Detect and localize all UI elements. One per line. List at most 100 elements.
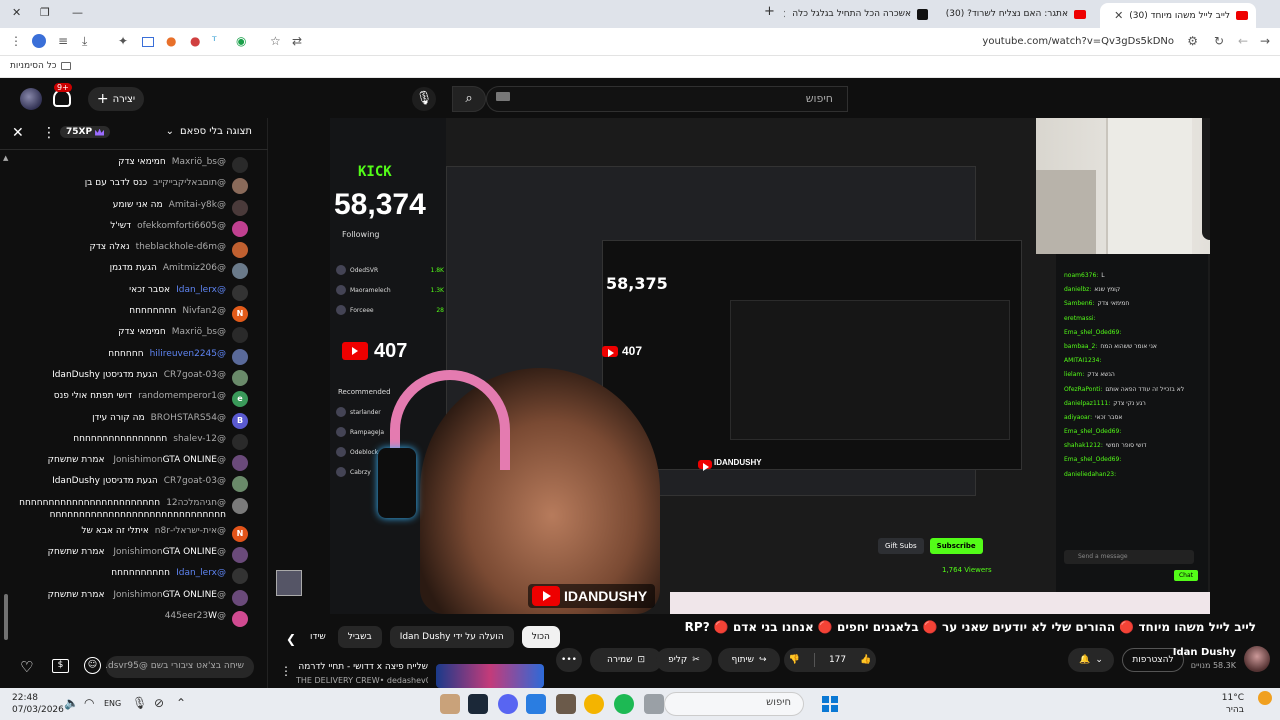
channel-name[interactable]: Idan Dushy [1173, 647, 1236, 658]
avatar[interactable] [232, 242, 248, 259]
subscribed-bell-button[interactable]: ⌄ 🔔 [1068, 648, 1114, 672]
search-input[interactable]: חיפוש [486, 86, 848, 112]
steam-icon[interactable] [468, 694, 488, 714]
chat-author[interactable]: @445eer23 [165, 611, 226, 621]
create-button[interactable]: יצירה + [88, 87, 144, 111]
reading-list-icon[interactable]: ≡ [58, 34, 68, 48]
emoji-icon[interactable]: ☺ [84, 657, 101, 674]
reload-icon[interactable]: ↻ [1214, 34, 1224, 48]
channel-avatar[interactable] [1244, 646, 1270, 672]
chat-author[interactable]: @Nivfan2 [182, 306, 226, 316]
chip-uploaded-by[interactable]: הועלה על ידי Idan Dushy [389, 626, 514, 648]
chat-author[interactable]: @Maxriö_bs [172, 327, 226, 337]
back-icon[interactable]: → [1260, 34, 1270, 48]
taskbar-search[interactable]: חיפוש [664, 692, 804, 716]
language-indicator[interactable]: ENG [104, 699, 121, 708]
tab-2[interactable]: אתגר: האם נצליח לשרוד? (30) ✕ [944, 4, 1094, 24]
bookmark-star-icon[interactable]: ☆ [270, 34, 281, 48]
video-player[interactable]: KICK 58,374 Following OdedSVR 1.8K Maoram… [268, 118, 1280, 614]
tune-icon[interactable]: ⚙ [1187, 34, 1198, 48]
download-icon[interactable]: ⤓ [82, 34, 87, 49]
file-explorer-icon[interactable] [644, 694, 664, 714]
avatar[interactable] [232, 263, 248, 280]
clip-button[interactable]: ✂ קליפ [656, 648, 712, 672]
up-next-item[interactable]: ⋮ שלייח פיצה x דדושי - תחיי לדרמה 2 THE … [276, 660, 546, 688]
more-icon[interactable]: ⋮ [280, 664, 292, 678]
tab-3[interactable]: אשכרה הכל התחיל בגלגל כלה ✕ [784, 4, 936, 24]
avatar[interactable] [232, 199, 248, 216]
weather-widget[interactable]: 11°C בהיר [1222, 692, 1244, 716]
avatar[interactable] [232, 497, 248, 514]
up-next-thumbnail[interactable] [436, 664, 544, 688]
apps-icon[interactable] [526, 694, 546, 714]
chip-all[interactable]: הכול [521, 626, 560, 648]
avatar[interactable] [232, 284, 248, 301]
extension-icon[interactable]: ◉ [236, 34, 246, 48]
avatar[interactable] [232, 589, 248, 606]
avatar[interactable] [232, 455, 248, 472]
avatar[interactable]: B [232, 412, 248, 429]
minimize-window-icon[interactable]: — [72, 6, 83, 19]
avatar[interactable] [232, 348, 248, 365]
account-avatar[interactable] [20, 88, 42, 110]
chat-author[interactable]: @Maxriö_bs [172, 157, 226, 167]
chat-author[interactable]: @תוםבאליקבייקייב [153, 178, 226, 188]
avatar[interactable] [232, 476, 248, 493]
taskbar-app-icon[interactable] [440, 694, 460, 714]
xp-badge[interactable]: 75XP [60, 126, 111, 138]
close-tab-icon[interactable]: ✕ [784, 8, 786, 21]
avatar[interactable] [232, 433, 248, 450]
avatar[interactable] [232, 327, 248, 344]
chat-author[interactable]: @BROHSTARS54 [151, 413, 226, 423]
dislike-icon[interactable]: 👎 [789, 655, 800, 665]
extension-icon[interactable] [142, 37, 154, 47]
keyboard-icon[interactable] [496, 92, 510, 101]
search-button[interactable]: ⌕ [452, 86, 486, 112]
chat-author[interactable]: @ofekkomforti6605 [137, 221, 226, 231]
avatar[interactable] [232, 568, 248, 585]
chat-author[interactable]: @Amitai-y8k [169, 200, 226, 210]
close-window-icon[interactable]: ✕ [12, 6, 21, 19]
super-chat-icon[interactable]: $ [52, 659, 69, 673]
clock[interactable]: 22:48 07/03/2026 [12, 692, 64, 716]
mute-icon[interactable]: ⊘ [154, 696, 164, 710]
windows-start-icon[interactable] [822, 696, 838, 712]
chrome-icon[interactable] [584, 694, 604, 714]
voice-search-icon[interactable]: 🎙 [412, 87, 436, 111]
maximize-window-icon[interactable]: ❐ [40, 6, 50, 19]
avatar[interactable] [232, 369, 248, 386]
chat-author[interactable]: @CR7goat-03 [164, 476, 226, 486]
chat-more-icon[interactable]: ⋮ [42, 125, 56, 141]
microphone-icon[interactable]: 🎙 [132, 696, 147, 710]
more-actions-button[interactable]: ••• [556, 648, 582, 672]
like-icon[interactable]: 👍 [860, 655, 871, 665]
game-icon[interactable] [556, 694, 576, 714]
browser-menu-icon[interactable]: ⋮ [10, 34, 22, 48]
forward-icon[interactable]: ← [1238, 34, 1248, 48]
avatar[interactable]: N [232, 306, 248, 323]
chat-author[interactable]: @Idan_lerx [176, 285, 226, 295]
chat-author[interactable]: @CR7goat-03 [164, 370, 226, 380]
chat-author[interactable]: @חגיהמלכה12 [166, 498, 226, 508]
chat-author[interactable]: @randomemperor1 [138, 391, 226, 401]
chat-author[interactable]: @shalev-12 [173, 434, 226, 444]
chip-live[interactable]: שידו [306, 626, 330, 648]
chat-author[interactable]: @theblackhole-d6m [136, 242, 226, 252]
heart-icon[interactable]: ♡ [20, 658, 33, 676]
chat-author[interactable]: @Idan_lerx [176, 568, 226, 578]
close-chat-icon[interactable]: ✕ [12, 125, 24, 141]
avatar[interactable] [232, 610, 248, 627]
avatar[interactable]: e [232, 391, 248, 408]
extension-icon[interactable]: ● [190, 34, 200, 48]
avatar[interactable] [232, 220, 248, 237]
share-button[interactable]: ↪ שיתוף [718, 648, 780, 672]
spotify-icon[interactable] [614, 694, 634, 714]
tray-chevron-icon[interactable]: ⌃ [176, 696, 186, 710]
chat-author[interactable]: @hilireuven2245 [150, 349, 226, 359]
extensions-icon[interactable]: ✦ [118, 34, 128, 48]
profile-icon[interactable] [32, 34, 46, 48]
extension-icon[interactable]: ᵀ [212, 34, 217, 48]
tab-active[interactable]: לייב לייל משהו מיוחד (30) ✕ [1100, 3, 1256, 28]
wifi-icon[interactable]: ◠ [84, 696, 94, 710]
save-button[interactable]: ⊡ שמירה [590, 648, 662, 672]
